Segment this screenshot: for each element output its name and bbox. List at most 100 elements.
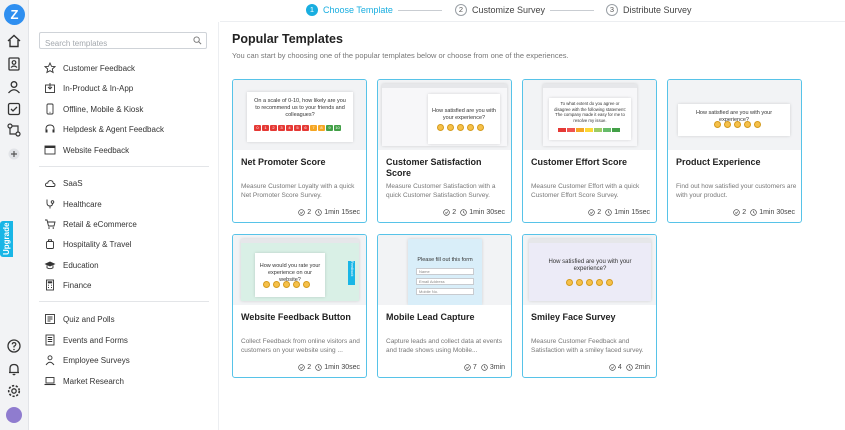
step-number: 2 xyxy=(455,4,467,16)
sidebar-item-label: Events and Forms xyxy=(63,335,128,345)
survey-mock: How satisfied are you with your experien… xyxy=(678,104,790,136)
sidebar-item-label: Website Feedback xyxy=(63,145,130,155)
sidebar-item-education[interactable]: Education xyxy=(43,257,99,273)
check-circle-icon xyxy=(609,364,616,371)
nps-scale: 0 1 2 3 4 5 6 7 8 9 10 xyxy=(254,125,341,131)
estimated-time: 1min 30sec xyxy=(469,209,505,216)
template-card-mobile-lead-capture[interactable]: Please fill out this form Name Email Add… xyxy=(377,234,512,378)
star-icon xyxy=(43,62,56,75)
estimated-time: 1min 30sec xyxy=(324,364,360,371)
sidebar-item-hospitality[interactable]: Hospitality & Travel xyxy=(43,236,131,252)
card-description: Measure Customer Loyalty with a quick Ne… xyxy=(241,183,355,199)
browser-bar xyxy=(241,239,359,243)
feedback-tab-label: Feedback xyxy=(350,261,354,277)
card-meta: 2 1min 30sec xyxy=(729,209,795,216)
upgrade-button[interactable]: Upgrade xyxy=(0,221,13,257)
browser-mock: To what extent do you agree or disagree … xyxy=(543,84,637,146)
sidebar-item-events-forms[interactable]: Events and Forms xyxy=(43,332,128,348)
sidebar-divider xyxy=(39,301,209,302)
help-icon[interactable] xyxy=(6,338,22,354)
step-customize-survey[interactable]: 2 Customize Survey xyxy=(455,4,545,16)
template-card-csat[interactable]: How satisfied are you with your experien… xyxy=(377,79,512,223)
sidebar-item-label: Offline, Mobile & Kiosk xyxy=(63,104,144,114)
browser-mock: How satisfied are you with your experien… xyxy=(382,84,507,146)
clock-icon xyxy=(315,209,322,216)
template-card-ces[interactable]: To what extent do you agree or disagree … xyxy=(522,79,657,223)
sidebar-item-saas[interactable]: SaaS xyxy=(43,175,83,191)
sidebar-item-label: Retail & eCommerce xyxy=(63,219,137,229)
question-count: 2 xyxy=(597,209,602,216)
laptop-icon xyxy=(43,375,56,388)
checklist-icon[interactable] xyxy=(6,101,22,117)
app-logo[interactable]: Z xyxy=(4,4,25,25)
survey-mock: How satisfied are you with your experien… xyxy=(428,94,500,144)
category-sidebar: Customer Feedback In-Product & In-App Of… xyxy=(29,22,219,430)
sidebar-item-helpdesk[interactable]: Helpdesk & Agent Feedback xyxy=(43,121,164,137)
settings-gear-icon[interactable] xyxy=(6,383,22,399)
template-card-nps[interactable]: On a scale of 0-10, how likely are you t… xyxy=(232,79,367,223)
sidebar-item-label: Quiz and Polls xyxy=(63,314,115,324)
tablet-mock: Please fill out this form Name Email Add… xyxy=(408,239,482,305)
notification-bell-icon[interactable] xyxy=(6,361,22,377)
clock-icon xyxy=(481,364,488,371)
sidebar-item-label: Healthcare xyxy=(63,199,102,209)
calculator-icon xyxy=(43,279,56,292)
template-card-product-experience[interactable]: How satisfied are you with your experien… xyxy=(667,79,802,223)
search-input[interactable] xyxy=(40,36,190,51)
user-icon[interactable] xyxy=(6,79,22,95)
clock-icon xyxy=(460,209,467,216)
preview-question: How satisfied are you with your experien… xyxy=(548,259,632,272)
check-circle-icon xyxy=(298,364,306,371)
preview-question: On a scale of 0-10, how likely are you t… xyxy=(254,98,346,118)
card-title: Customer Effort Score xyxy=(531,157,628,167)
step-number: 1 xyxy=(306,4,318,16)
form-icon xyxy=(43,334,56,347)
sidebar-item-offline-mobile-kiosk[interactable]: Offline, Mobile & Kiosk xyxy=(43,101,143,117)
template-preview: On a scale of 0-10, how likely are you t… xyxy=(233,80,366,150)
mobile-field: Mobile No. xyxy=(416,288,474,295)
step-connector xyxy=(398,10,442,11)
step-label: Customize Survey xyxy=(472,5,546,15)
template-card-smiley-face-survey[interactable]: How satisfied are you with your experien… xyxy=(522,234,657,378)
contacts-icon[interactable] xyxy=(6,56,22,72)
card-title: Product Experience xyxy=(676,157,761,167)
browser-icon xyxy=(43,144,56,157)
add-icon[interactable] xyxy=(6,146,22,162)
search-icon[interactable] xyxy=(193,36,202,45)
email-field: Email Address xyxy=(416,278,474,285)
workflow-icon[interactable] xyxy=(6,122,22,138)
step-choose-template[interactable]: 1 Choose Template xyxy=(306,4,393,16)
clock-icon xyxy=(750,209,757,216)
question-count: 4 xyxy=(617,364,622,371)
clock-icon xyxy=(315,364,322,371)
card-description: Find out how satisfied your customers ar… xyxy=(676,183,797,199)
sidebar-item-in-product[interactable]: In-Product & In-App xyxy=(43,80,133,96)
cart-icon xyxy=(43,218,56,231)
sidebar-item-market-research[interactable]: Market Research xyxy=(43,373,124,389)
smiley-scale xyxy=(714,121,761,128)
sidebar-item-quiz-polls[interactable]: Quiz and Polls xyxy=(43,311,115,327)
check-circle-icon xyxy=(733,209,741,216)
step-label: Choose Template xyxy=(323,5,393,15)
sidebar-item-label: Helpdesk & Agent Feedback xyxy=(63,124,164,134)
sidebar-item-healthcare[interactable]: Healthcare xyxy=(43,196,102,212)
smiley-scale xyxy=(263,281,310,288)
card-description: Collect Feedback from online visitors an… xyxy=(241,338,360,354)
clock-icon xyxy=(605,209,612,216)
sidebar-item-website-feedback[interactable]: Website Feedback xyxy=(43,142,129,158)
card-meta: 7 3min xyxy=(460,364,505,371)
sidebar-item-retail[interactable]: Retail & eCommerce xyxy=(43,216,137,232)
estimated-time: 1min 15sec xyxy=(324,209,360,216)
template-card-website-feedback-button[interactable]: How would you rate your experience on ou… xyxy=(232,234,367,378)
sidebar-item-customer-feedback[interactable]: Customer Feedback xyxy=(43,60,135,76)
template-preview: To what extent do you agree or disagree … xyxy=(523,80,656,150)
user-avatar[interactable] xyxy=(6,407,22,423)
step-distribute-survey[interactable]: 3 Distribute Survey xyxy=(606,4,692,16)
sidebar-item-employee-surveys[interactable]: Employee Surveys xyxy=(43,352,130,368)
sidebar-item-finance[interactable]: Finance xyxy=(43,277,91,293)
feedback-tab: Feedback xyxy=(348,261,355,285)
home-icon[interactable] xyxy=(6,33,22,49)
card-description: Measure Customer Effort with a quick Cus… xyxy=(531,183,640,199)
template-preview: How satisfied are you with your experien… xyxy=(378,80,511,150)
download-box-icon xyxy=(43,82,56,95)
